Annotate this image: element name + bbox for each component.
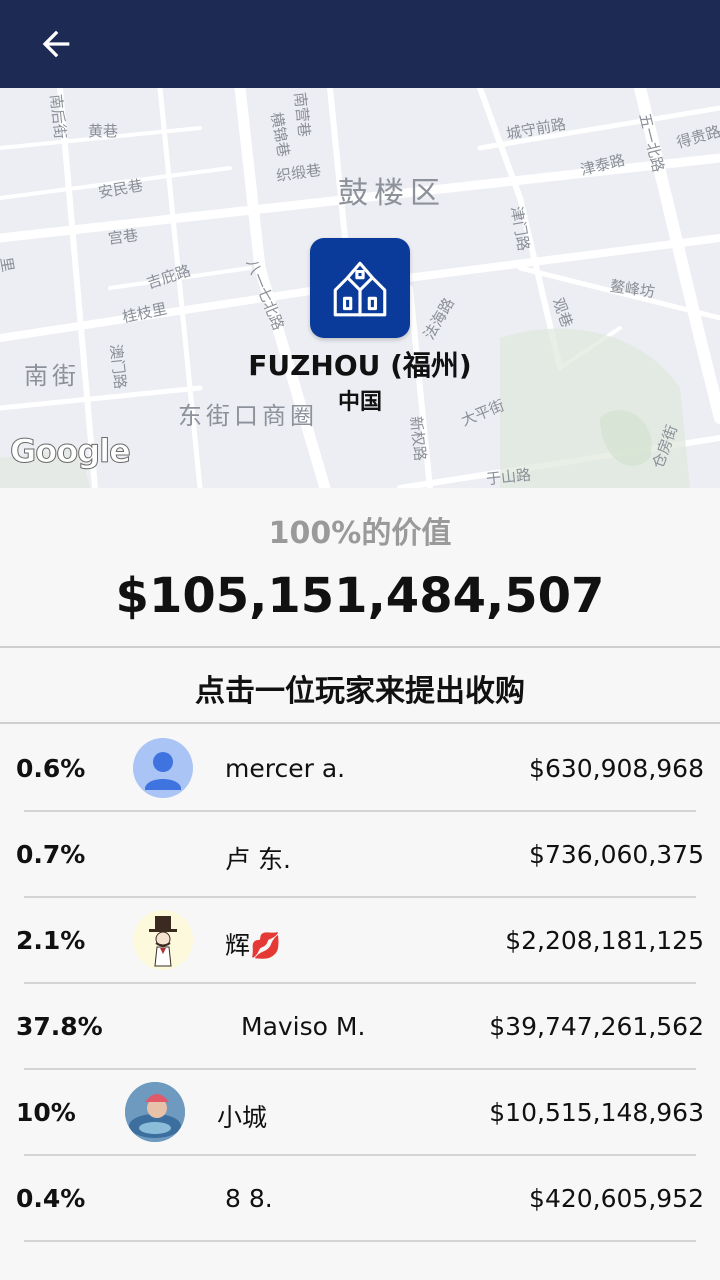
player-share: 0.4% (16, 1184, 86, 1213)
row-divider (24, 1240, 696, 1242)
player-value: $2,208,181,125 (505, 926, 704, 955)
map-street-label: 黄巷 (88, 122, 119, 140)
player-name: 卢 东. (225, 845, 291, 874)
player-list: 0.6% mercer a. $630,908,968 0.7% 卢 东. $7… (0, 726, 720, 1242)
player-row[interactable]: 2.1% 辉💋 $2,208,181,125 (0, 898, 720, 984)
player-name: Maviso M. (241, 1012, 366, 1041)
top-app-bar (0, 0, 720, 88)
player-share: 0.6% (16, 754, 86, 783)
player-share: 2.1% (16, 926, 86, 955)
map-district-label: 鼓楼区 (338, 176, 446, 211)
player-value: $420,605,952 (529, 1184, 704, 1213)
avatar (133, 738, 193, 798)
back-button[interactable] (24, 16, 88, 72)
avatar (133, 910, 193, 970)
player-row[interactable]: 0.7% 卢 东. $736,060,375 (0, 812, 720, 898)
map-street-label: 于山路 (485, 465, 532, 488)
arrow-left-icon (42, 30, 70, 58)
player-share: 0.7% (16, 840, 86, 869)
divider (0, 646, 720, 648)
gentleman-avatar-icon (149, 916, 177, 967)
player-row[interactable]: 0.6% mercer a. $630,908,968 (0, 726, 720, 812)
google-logo: Google (10, 432, 132, 471)
country-name: 中国 (337, 390, 382, 415)
default-user-avatar-icon (145, 752, 181, 790)
player-name: 辉💋 (225, 931, 282, 960)
city-marker[interactable] (310, 238, 410, 338)
valuation-label: 100%的价值 (268, 516, 452, 551)
valuation-amount: $105,151,484,507 (115, 568, 605, 624)
player-value: $630,908,968 (529, 754, 704, 783)
photo-avatar-icon (125, 1082, 185, 1142)
avatar (125, 1082, 185, 1142)
player-value: $10,515,148,963 (489, 1098, 704, 1127)
player-name: mercer a. (225, 754, 346, 783)
player-row[interactable]: 10% 小城 $10,515,148,963 (0, 1070, 720, 1156)
player-share: 10% (16, 1098, 76, 1127)
map-street-label: 宫巷 (106, 225, 140, 248)
player-row[interactable]: 0.4% 8 8. $420,605,952 (0, 1156, 720, 1242)
player-name: 小城 (217, 1103, 268, 1132)
player-value: $736,060,375 (529, 840, 704, 869)
player-value: $39,747,261,562 (489, 1012, 704, 1041)
player-row[interactable]: 37.8% Maviso M. $39,747,261,562 (0, 984, 720, 1070)
player-share: 37.8% (16, 1012, 103, 1041)
player-name: 8 8. (225, 1184, 273, 1213)
instruction-text: 点击一位玩家来提出收购 (195, 674, 525, 709)
building-icon (333, 261, 387, 317)
city-name: FUZHOU (福州) (248, 349, 472, 382)
divider (0, 722, 720, 724)
city-map[interactable]: 黄巷 安民巷 宫巷 吉庇路 桂枝里 八一七北路 澳门路 南营巷 横锦巷 织缎巷 … (0, 88, 720, 488)
